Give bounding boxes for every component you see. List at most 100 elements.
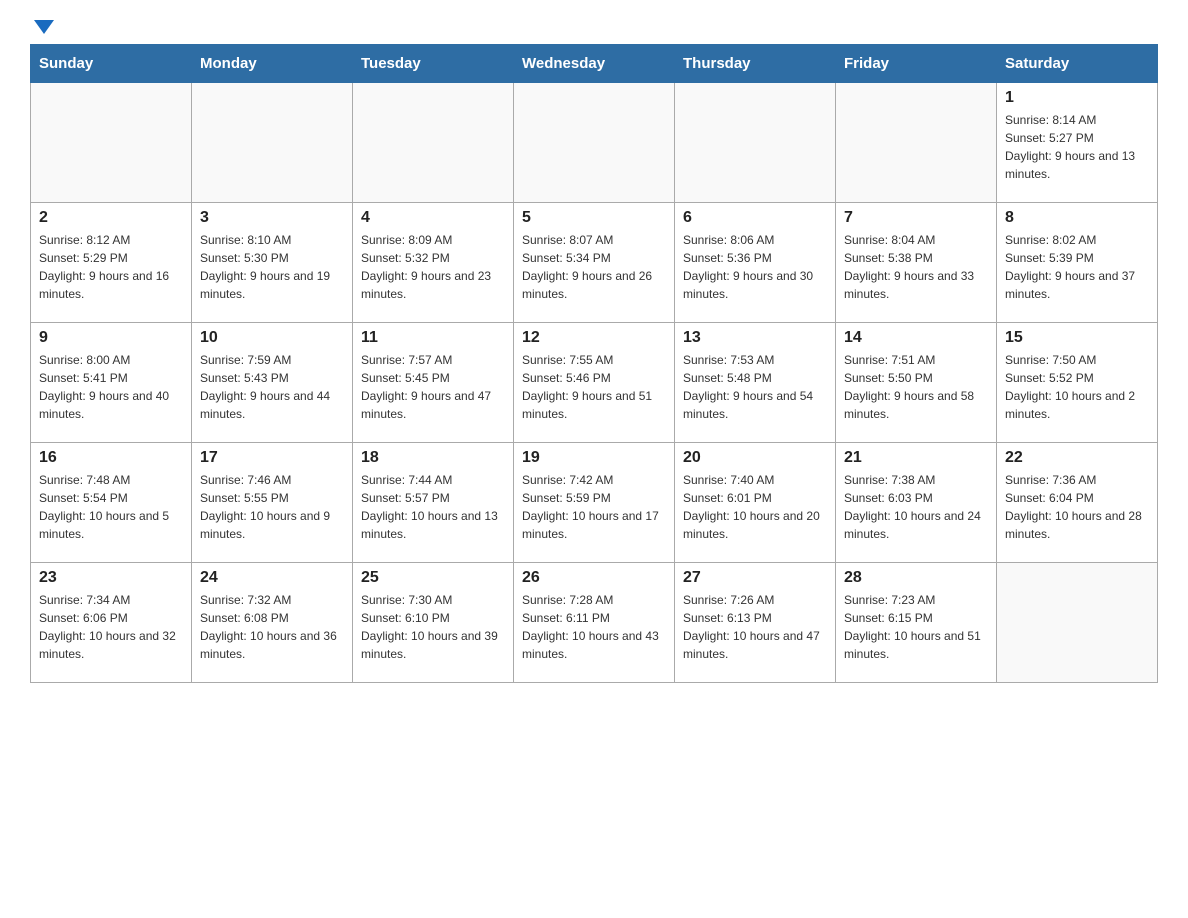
- day-number: 9: [39, 329, 183, 347]
- calendar-day-cell: 3 Sunrise: 8:10 AM Sunset: 5:30 PM Daylig…: [192, 203, 353, 323]
- day-info: Sunrise: 7:38 AM Sunset: 6:03 PM Dayligh…: [844, 471, 988, 543]
- calendar-day-cell: 13Sunrise: 7:53 AM Sunset: 5:48 PM Dayli…: [675, 323, 836, 443]
- calendar-day-cell: 28Sunrise: 7:23 AM Sunset: 6:15 PM Dayli…: [836, 563, 997, 683]
- logo: [30, 20, 54, 34]
- calendar-day-cell: 10 Sunrise: 7:59 AM Sunset: 5:43 PM Dayli…: [192, 323, 353, 443]
- calendar-day-cell: 7 Sunrise: 8:04 AM Sunset: 5:38 PM Daylig…: [836, 203, 997, 323]
- day-info: Sunrise: 7:44 AM Sunset: 5:57 PM Dayligh…: [361, 471, 505, 543]
- day-info: Sunrise: 7:53 AM Sunset: 5:48 PM Dayligh…: [683, 351, 827, 423]
- day-info: Sunrise: 8:02 AM Sunset: 5:39 PM Dayligh…: [1005, 231, 1149, 303]
- day-number: 7: [844, 209, 988, 227]
- day-number: 3: [200, 209, 344, 227]
- day-number: 2: [39, 209, 183, 227]
- calendar-day-cell: 23 Sunrise: 7:34 AM Sunset: 6:06 PM Dayli…: [31, 563, 192, 683]
- day-info: Sunrise: 8:04 AM Sunset: 5:38 PM Dayligh…: [844, 231, 988, 303]
- calendar-day-cell: [997, 563, 1158, 683]
- calendar-day-cell: 19 Sunrise: 7:42 AM Sunset: 5:59 PM Dayli…: [514, 443, 675, 563]
- day-number: 23: [39, 569, 183, 587]
- calendar-day-cell: [353, 83, 514, 203]
- day-number: 21: [844, 449, 988, 467]
- day-number: 10: [200, 329, 344, 347]
- calendar-week-row: 9 Sunrise: 8:00 AM Sunset: 5:41 PM Daylig…: [31, 323, 1158, 443]
- day-number: 14: [844, 329, 988, 347]
- day-number: 22: [1005, 449, 1149, 467]
- day-number: 25: [361, 569, 505, 587]
- calendar-day-cell: 18 Sunrise: 7:44 AM Sunset: 5:57 PM Dayli…: [353, 443, 514, 563]
- day-of-week-header: Sunday: [31, 45, 192, 83]
- calendar-day-cell: 14 Sunrise: 7:51 AM Sunset: 5:50 PM Dayli…: [836, 323, 997, 443]
- day-number: 19: [522, 449, 666, 467]
- day-info: Sunrise: 7:50 AM Sunset: 5:52 PM Dayligh…: [1005, 351, 1149, 423]
- calendar-table: SundayMondayTuesdayWednesdayThursdayFrid…: [30, 44, 1158, 683]
- calendar-day-cell: 2 Sunrise: 8:12 AM Sunset: 5:29 PM Daylig…: [31, 203, 192, 323]
- day-info: Sunrise: 7:34 AM Sunset: 6:06 PM Dayligh…: [39, 591, 183, 663]
- day-info: Sunrise: 8:09 AM Sunset: 5:32 PM Dayligh…: [361, 231, 505, 303]
- calendar-day-cell: 9 Sunrise: 8:00 AM Sunset: 5:41 PM Daylig…: [31, 323, 192, 443]
- calendar-day-cell: 17Sunrise: 7:46 AM Sunset: 5:55 PM Dayli…: [192, 443, 353, 563]
- calendar-day-cell: [31, 83, 192, 203]
- day-number: 12: [522, 329, 666, 347]
- day-info: Sunrise: 7:30 AM Sunset: 6:10 PM Dayligh…: [361, 591, 505, 663]
- logo-triangle-icon: [34, 20, 54, 34]
- day-of-week-header: Monday: [192, 45, 353, 83]
- calendar-day-cell: 26 Sunrise: 7:28 AM Sunset: 6:11 PM Dayli…: [514, 563, 675, 683]
- day-number: 1: [1005, 89, 1149, 107]
- day-info: Sunrise: 7:36 AM Sunset: 6:04 PM Dayligh…: [1005, 471, 1149, 543]
- day-info: Sunrise: 8:12 AM Sunset: 5:29 PM Dayligh…: [39, 231, 183, 303]
- day-number: 27: [683, 569, 827, 587]
- calendar-day-cell: 20 Sunrise: 7:40 AM Sunset: 6:01 PM Dayli…: [675, 443, 836, 563]
- calendar-week-row: 16 Sunrise: 7:48 AM Sunset: 5:54 PM Dayli…: [31, 443, 1158, 563]
- calendar-day-cell: [675, 83, 836, 203]
- day-of-week-header: Tuesday: [353, 45, 514, 83]
- day-info: Sunrise: 7:55 AM Sunset: 5:46 PM Dayligh…: [522, 351, 666, 423]
- calendar-week-row: 1 Sunrise: 8:14 AM Sunset: 5:27 PM Daylig…: [31, 83, 1158, 203]
- calendar-day-cell: 12 Sunrise: 7:55 AM Sunset: 5:46 PM Dayli…: [514, 323, 675, 443]
- day-info: Sunrise: 7:42 AM Sunset: 5:59 PM Dayligh…: [522, 471, 666, 543]
- day-number: 15: [1005, 329, 1149, 347]
- day-number: 28: [844, 569, 988, 587]
- day-number: 8: [1005, 209, 1149, 227]
- day-info: Sunrise: 7:46 AM Sunset: 5:55 PM Dayligh…: [200, 471, 344, 543]
- calendar-day-cell: 25 Sunrise: 7:30 AM Sunset: 6:10 PM Dayli…: [353, 563, 514, 683]
- calendar-day-cell: 27 Sunrise: 7:26 AM Sunset: 6:13 PM Dayli…: [675, 563, 836, 683]
- calendar-week-row: 23 Sunrise: 7:34 AM Sunset: 6:06 PM Dayli…: [31, 563, 1158, 683]
- day-number: 6: [683, 209, 827, 227]
- day-number: 26: [522, 569, 666, 587]
- day-info: Sunrise: 8:10 AM Sunset: 5:30 PM Dayligh…: [200, 231, 344, 303]
- day-of-week-header: Friday: [836, 45, 997, 83]
- calendar-day-cell: 5Sunrise: 8:07 AM Sunset: 5:34 PM Daylig…: [514, 203, 675, 323]
- day-of-week-header: Thursday: [675, 45, 836, 83]
- day-number: 16: [39, 449, 183, 467]
- calendar-day-cell: 24Sunrise: 7:32 AM Sunset: 6:08 PM Dayli…: [192, 563, 353, 683]
- day-of-week-header: Saturday: [997, 45, 1158, 83]
- calendar-day-cell: 1 Sunrise: 8:14 AM Sunset: 5:27 PM Daylig…: [997, 83, 1158, 203]
- day-info: Sunrise: 7:32 AM Sunset: 6:08 PM Dayligh…: [200, 591, 344, 663]
- calendar-day-cell: 16 Sunrise: 7:48 AM Sunset: 5:54 PM Dayli…: [31, 443, 192, 563]
- day-number: 20: [683, 449, 827, 467]
- calendar-day-cell: 4 Sunrise: 8:09 AM Sunset: 5:32 PM Daylig…: [353, 203, 514, 323]
- calendar-day-cell: 11 Sunrise: 7:57 AM Sunset: 5:45 PM Dayli…: [353, 323, 514, 443]
- day-number: 18: [361, 449, 505, 467]
- calendar-day-cell: 21 Sunrise: 7:38 AM Sunset: 6:03 PM Dayli…: [836, 443, 997, 563]
- calendar-day-cell: 22 Sunrise: 7:36 AM Sunset: 6:04 PM Dayli…: [997, 443, 1158, 563]
- day-number: 5: [522, 209, 666, 227]
- calendar-header-row: SundayMondayTuesdayWednesdayThursdayFrid…: [31, 45, 1158, 83]
- page-header: [30, 20, 1158, 34]
- calendar-day-cell: 8 Sunrise: 8:02 AM Sunset: 5:39 PM Daylig…: [997, 203, 1158, 323]
- day-info: Sunrise: 8:14 AM Sunset: 5:27 PM Dayligh…: [1005, 111, 1149, 183]
- day-info: Sunrise: 7:57 AM Sunset: 5:45 PM Dayligh…: [361, 351, 505, 423]
- day-info: Sunrise: 7:28 AM Sunset: 6:11 PM Dayligh…: [522, 591, 666, 663]
- day-info: Sunrise: 8:00 AM Sunset: 5:41 PM Dayligh…: [39, 351, 183, 423]
- day-info: Sunrise: 7:51 AM Sunset: 5:50 PM Dayligh…: [844, 351, 988, 423]
- day-info: Sunrise: 7:59 AM Sunset: 5:43 PM Dayligh…: [200, 351, 344, 423]
- calendar-week-row: 2 Sunrise: 8:12 AM Sunset: 5:29 PM Daylig…: [31, 203, 1158, 323]
- calendar-day-cell: [192, 83, 353, 203]
- calendar-day-cell: 15 Sunrise: 7:50 AM Sunset: 5:52 PM Dayli…: [997, 323, 1158, 443]
- day-of-week-header: Wednesday: [514, 45, 675, 83]
- calendar-day-cell: [836, 83, 997, 203]
- day-number: 11: [361, 329, 505, 347]
- day-info: Sunrise: 7:40 AM Sunset: 6:01 PM Dayligh…: [683, 471, 827, 543]
- day-info: Sunrise: 7:48 AM Sunset: 5:54 PM Dayligh…: [39, 471, 183, 543]
- day-info: Sunrise: 7:26 AM Sunset: 6:13 PM Dayligh…: [683, 591, 827, 663]
- day-number: 4: [361, 209, 505, 227]
